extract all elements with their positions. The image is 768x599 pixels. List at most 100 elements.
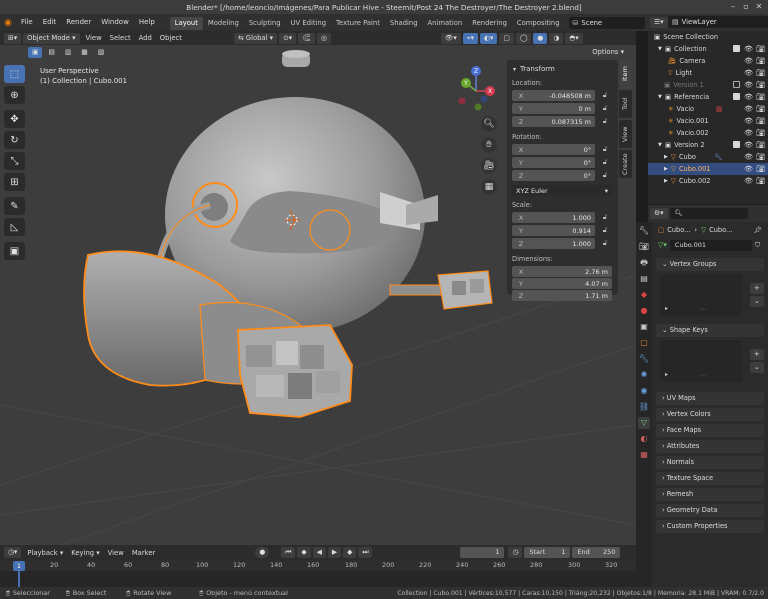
dimension-z-field[interactable]: Z 1.71 m <box>512 290 612 301</box>
measure-tool-icon[interactable]: ◺ <box>4 218 25 236</box>
outliner-row-version-2[interactable]: ▼ ▣ Version 2 👁︎ 📷︎ <box>648 139 768 151</box>
editor-type-icon[interactable]: ⊞▾ <box>4 32 22 44</box>
outliner-row-scene-collection[interactable]: ▣ Scene Collection <box>648 31 768 43</box>
menu-edit[interactable]: Edit <box>38 14 62 31</box>
clock-icon[interactable]: ◷ <box>508 547 523 558</box>
lock-icon[interactable]: 🔓︎ <box>599 171 611 180</box>
menu-add[interactable]: Add <box>135 34 156 42</box>
jump-prev-key-icon[interactable]: ◆ <box>297 547 311 558</box>
pivot-point-icon[interactable]: ⊙▾ <box>279 32 297 44</box>
jump-next-key-icon[interactable]: ◆ <box>343 547 357 558</box>
scale-y-field[interactable]: Y 0.914 <box>512 225 595 236</box>
eye-icon[interactable]: 👁︎ <box>744 79 753 91</box>
lock-icon[interactable]: 🔓︎ <box>599 239 611 248</box>
render-camera-icon[interactable]: 📷︎ <box>756 127 765 139</box>
rotation-z-field[interactable]: Z 0° <box>512 170 595 181</box>
options-dropdown[interactable]: Options ▾ <box>588 47 628 58</box>
navigation-gizmo[interactable]: Z X Y <box>452 65 500 113</box>
transform-panel-header[interactable]: ▾ Transform <box>507 60 618 74</box>
view-layer-properties-icon[interactable]: ▤ <box>638 273 650 285</box>
material-properties-icon[interactable]: ◐ <box>638 433 650 445</box>
rendered-shading-icon[interactable]: ◓▾ <box>565 32 583 44</box>
tab-item[interactable]: Item <box>619 60 632 88</box>
object-mode-dropdown[interactable]: Object Mode ▾ <box>23 32 80 44</box>
shape-keys-list[interactable]: ▸ ⋯ <box>660 340 742 382</box>
checkbox-icon[interactable] <box>733 81 740 88</box>
select-mode-new-icon[interactable]: ▣ <box>28 47 43 58</box>
section-uv-maps[interactable]: › UV Maps <box>656 392 764 405</box>
outliner-row-light[interactable]: 💡︎ Light 👁︎ 📷︎ <box>648 67 768 79</box>
eye-icon[interactable]: 👁︎ <box>744 163 753 175</box>
render-properties-icon[interactable]: 📷︎ <box>638 241 650 253</box>
render-camera-icon[interactable]: 📷︎ <box>756 67 765 79</box>
select-mode-subtract-icon[interactable]: ▥ <box>60 47 76 58</box>
tab-uv-editing[interactable]: UV Editing <box>286 17 331 30</box>
tool-properties-icon[interactable]: 🔧︎ <box>638 225 650 237</box>
jump-start-icon[interactable]: ⏮ <box>281 547 296 558</box>
fake-user-shield-icon[interactable]: ⛉ <box>755 241 760 250</box>
solid-shading-icon[interactable]: ● <box>533 32 548 44</box>
scale-z-field[interactable]: Z 1.000 <box>512 238 595 249</box>
dimension-y-field[interactable]: Y 4.07 m <box>512 278 612 289</box>
menu-select[interactable]: Select <box>106 34 135 42</box>
section-vertex-groups[interactable]: ⌄ Vertex Groups <box>656 258 764 271</box>
section-remesh[interactable]: › Remesh <box>656 488 764 501</box>
tab-compositing[interactable]: Compositing <box>512 17 565 30</box>
menu-file[interactable]: File <box>16 14 38 31</box>
outliner-row-version-1[interactable]: ▣ Version 1 👁︎ 📷︎ <box>648 79 768 91</box>
eye-icon[interactable]: 👁︎ <box>744 55 753 67</box>
move-tool-icon[interactable]: ✥ <box>4 110 25 128</box>
scale-tool-icon[interactable]: ⤡ <box>4 152 25 170</box>
section-normals[interactable]: › Normals <box>656 456 764 469</box>
output-properties-icon[interactable]: 🖶︎ <box>638 257 650 269</box>
end-frame-field[interactable]: End 250 <box>572 547 621 558</box>
ortho-grid-icon[interactable]: ▦ <box>481 179 497 195</box>
rotation-mode-dropdown[interactable]: XYZ Euler ▾ <box>512 185 612 196</box>
particles-properties-icon[interactable]: ✺ <box>638 369 650 381</box>
add-vertex-group-icon[interactable]: + <box>750 283 764 294</box>
eye-icon[interactable]: 👁︎ <box>744 103 753 115</box>
constraints-properties-icon[interactable]: ⛓︎ <box>638 401 650 413</box>
current-frame-field[interactable]: 1 <box>460 547 505 558</box>
mesh-data-properties-icon[interactable]: ▽ <box>638 417 650 429</box>
shape-key-specials-icon[interactable]: ⌄ <box>750 362 764 373</box>
collection-properties-icon[interactable]: ▣ <box>638 321 650 333</box>
select-mode-invert-icon[interactable]: ▦ <box>77 47 92 58</box>
close-icon[interactable]: ✕ <box>754 2 764 12</box>
eye-icon[interactable]: 👁︎ <box>744 175 753 187</box>
blender-logo-icon[interactable]: ◉ <box>0 18 16 28</box>
outliner-row-vacio-002[interactable]: ✳ Vacio.002 👁︎ 📷︎ <box>648 127 768 139</box>
zoom-icon[interactable]: 🔍︎ <box>481 116 497 132</box>
checkbox-icon[interactable] <box>733 141 740 148</box>
menu-render[interactable]: Render <box>61 14 96 31</box>
outliner-row-cubo[interactable]: ▶ ▽ Cubo 🔧︎ 👁︎ 📷︎ <box>648 151 768 163</box>
menu-help[interactable]: Help <box>134 14 160 31</box>
properties-search-input[interactable]: 🔍︎ <box>669 208 748 219</box>
tab-create[interactable]: Create <box>619 150 632 178</box>
menu-window[interactable]: Window <box>96 14 134 31</box>
3d-viewport[interactable]: ⬚ ⊕ ✥ ↻ ⤡ ⊞ ✎ ◺ ▣ User Perspective (1) C… <box>0 45 636 545</box>
render-camera-icon[interactable]: 📷︎ <box>756 91 765 103</box>
play-reverse-icon[interactable]: ◀ <box>312 547 326 558</box>
section-texture-space[interactable]: › Texture Space <box>656 472 764 485</box>
cursor-tool-icon[interactable]: ⊕ <box>4 86 25 104</box>
menu-marker[interactable]: Marker <box>128 549 160 557</box>
tab-shading[interactable]: Shading <box>385 17 423 30</box>
lock-icon[interactable]: 🔓︎ <box>599 213 611 222</box>
menu-keying[interactable]: Keying ▾ <box>67 549 103 557</box>
physics-properties-icon[interactable]: ◉ <box>638 385 650 397</box>
render-camera-icon[interactable]: 📷︎ <box>756 139 765 151</box>
mesh-name-field[interactable]: Cubo.001 <box>669 239 752 251</box>
proportional-edit-icon[interactable]: ◎ <box>316 32 331 44</box>
modifier-properties-icon[interactable]: 🔧︎ <box>638 353 650 365</box>
menu-object[interactable]: Object <box>156 34 186 42</box>
object-properties-icon[interactable]: ▢ <box>638 337 650 349</box>
gizmo-toggle-icon[interactable]: ⌖▾ <box>462 32 479 44</box>
select-tool-icon[interactable]: ⬚ <box>4 65 25 83</box>
vertex-groups-list[interactable]: ▸ ⋯ <box>660 274 742 316</box>
rotate-tool-icon[interactable]: ↻ <box>4 131 25 149</box>
jump-end-icon[interactable]: ⏭ <box>358 547 373 558</box>
xray-icon[interactable]: ▢ <box>499 32 514 44</box>
select-mode-intersect-icon[interactable]: ▧ <box>93 47 109 58</box>
section-attributes[interactable]: › Attributes <box>656 440 764 453</box>
